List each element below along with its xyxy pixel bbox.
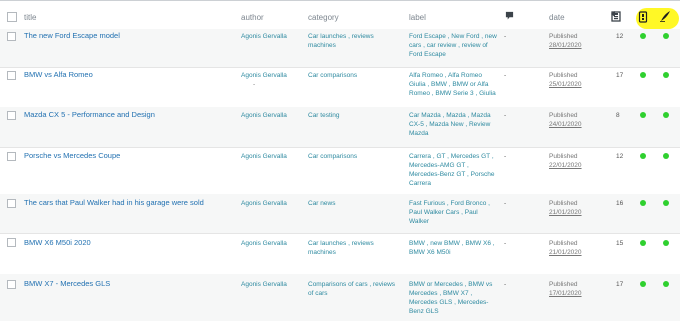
column-date[interactable]: date — [549, 13, 565, 22]
seo-score-icon[interactable] — [638, 11, 648, 23]
author-link[interactable]: Agonis Gervalla — [241, 280, 301, 289]
row-checkbox[interactable] — [7, 152, 16, 161]
post-title-link[interactable]: Mazda CX 5 - Performance and Design — [24, 110, 229, 119]
comment-count: - — [504, 200, 507, 207]
row-checkbox[interactable] — [7, 280, 16, 289]
post-date: Published 24/01/2020 — [549, 112, 582, 128]
label-links[interactable]: BMW or Mercedes , BMW vs Mercedes , BMW X… — [409, 280, 499, 316]
table-row: The new Ford Escape model Agonis Gervall… — [0, 29, 680, 68]
select-all-checkbox[interactable] — [7, 12, 17, 22]
view-count: 17 — [616, 72, 624, 79]
label-links[interactable]: Ford Escape , New Ford , new cars , car r… — [409, 32, 499, 59]
category-links[interactable]: Comparisons of cars , reviews of cars — [308, 280, 398, 298]
row-checkbox[interactable] — [7, 32, 16, 41]
readability-status-dot — [663, 112, 669, 118]
seo-status-dot — [640, 112, 646, 118]
column-category[interactable]: category — [308, 13, 339, 22]
view-count: 17 — [616, 281, 624, 288]
author-link[interactable]: Agonis Gervalla — [241, 239, 301, 248]
readability-status-dot — [663, 200, 669, 206]
column-label[interactable]: label — [409, 13, 426, 22]
post-date: Published 22/01/2020 — [549, 153, 582, 169]
post-title-link[interactable]: BMW vs Alfa Romeo — [24, 70, 229, 79]
comment-count: - — [504, 240, 507, 247]
author-link[interactable]: Agonis Gervalla - — [241, 71, 301, 89]
post-title-link[interactable]: Porsche vs Mercedes Coupe — [24, 151, 229, 160]
views-icon[interactable] — [610, 10, 622, 22]
label-links[interactable]: BMW , new BMW , BMW X6 , BMW X6 M50i — [409, 239, 499, 257]
post-date: Published 25/01/2020 — [549, 72, 582, 88]
author-link[interactable]: Agonis Gervalla — [241, 111, 301, 120]
comment-count: - — [504, 281, 507, 288]
label-links[interactable]: Fast Furious , Ford Bronco , Paul Walker … — [409, 199, 499, 226]
readability-status-dot — [663, 153, 669, 159]
post-date: Published 17/01/2020 — [549, 281, 582, 297]
label-links[interactable]: Carrera , GT , Mercedes GT , Mercedes-AMG… — [409, 152, 499, 188]
view-count: 15 — [616, 240, 624, 247]
category-links[interactable]: Car comparisons — [308, 152, 398, 161]
category-links[interactable]: Car news — [308, 199, 398, 208]
table-row: The cars that Paul Walker had in his gar… — [0, 194, 680, 234]
column-author[interactable]: author — [241, 13, 264, 22]
category-links[interactable]: Car launches , reviews machines — [308, 239, 398, 257]
row-checkbox[interactable] — [7, 238, 16, 247]
readability-status-dot — [663, 33, 669, 39]
table-row: BMW X7 - Mercedes GLS Agonis Gervalla Co… — [0, 274, 680, 321]
readability-status-dot — [663, 240, 669, 246]
table-top-border — [0, 0, 680, 1]
table-row: BMW X6 M50i 2020 Agonis Gervalla Car lau… — [0, 233, 680, 275]
post-date: Published 21/01/2020 — [549, 240, 582, 256]
view-count: 16 — [616, 200, 624, 207]
seo-status-dot — [640, 200, 646, 206]
seo-status-dot — [640, 33, 646, 39]
post-title-link[interactable]: BMW X6 M50i 2020 — [24, 238, 229, 247]
post-title-link[interactable]: BMW X7 - Mercedes GLS — [24, 279, 229, 288]
comment-count: - — [504, 112, 507, 119]
view-count: 12 — [616, 33, 624, 40]
label-links[interactable]: Car Mazda , Mazda , Mazda CX-5 , Mazda Ne… — [409, 111, 499, 138]
category-links[interactable]: Car testing — [308, 111, 398, 120]
view-count: 8 — [616, 112, 620, 119]
seo-status-dot — [640, 72, 646, 78]
post-date: Published 28/01/2020 — [549, 33, 582, 49]
comment-count: - — [504, 33, 507, 40]
comment-count: - — [504, 72, 507, 79]
author-link[interactable]: Agonis Gervalla — [241, 32, 301, 41]
readability-status-dot — [663, 281, 669, 287]
post-title-link[interactable]: The cars that Paul Walker had in his gar… — [24, 198, 229, 207]
row-checkbox[interactable] — [7, 111, 16, 120]
seo-status-dot — [640, 240, 646, 246]
row-checkbox[interactable] — [7, 71, 16, 80]
seo-status-dot — [640, 153, 646, 159]
column-title[interactable]: title — [24, 13, 36, 22]
view-count: 12 — [616, 153, 624, 160]
comment-icon[interactable] — [505, 11, 514, 20]
post-title-link[interactable]: The new Ford Escape model — [24, 31, 229, 40]
author-link[interactable]: Agonis Gervalla — [241, 199, 301, 208]
label-links[interactable]: Alfa Romeo , Alfa Romeo Giulia , BMW , BM… — [409, 71, 499, 98]
comment-count: - — [504, 153, 507, 160]
table-row: Mazda CX 5 - Performance and Design Agon… — [0, 107, 680, 148]
table-row: BMW vs Alfa Romeo Agonis Gervalla - Car … — [0, 67, 680, 108]
author-link[interactable]: Agonis Gervalla — [241, 152, 301, 161]
post-date: Published 21/01/2020 — [549, 200, 582, 216]
row-checkbox[interactable] — [7, 199, 16, 208]
table-header: title author category label date — [0, 3, 680, 30]
category-links[interactable]: Car comparisons — [308, 71, 398, 80]
readability-icon[interactable] — [659, 10, 671, 22]
category-links[interactable]: Car launches , reviews machines — [308, 32, 398, 50]
seo-status-dot — [640, 281, 646, 287]
table-row: Porsche vs Mercedes Coupe Agonis Gervall… — [0, 147, 680, 195]
readability-status-dot — [663, 72, 669, 78]
